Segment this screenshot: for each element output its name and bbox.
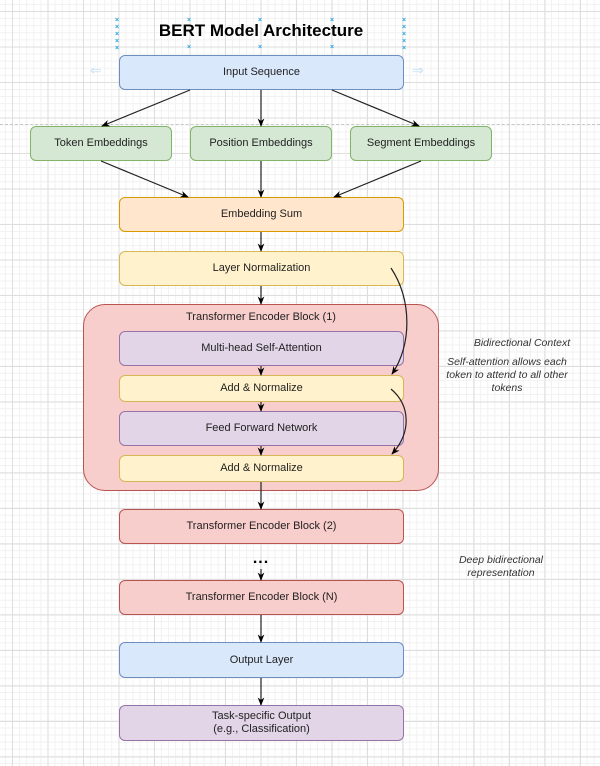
node-label-line-2: (e.g., Classification) <box>213 723 310 735</box>
note-line: tokens <box>491 382 523 394</box>
arrow-input-to-segment[interactable] <box>331 89 420 127</box>
note-line: token to attend to all other <box>446 369 568 381</box>
node-label: Segment Embeddings <box>366 137 476 149</box>
node-label-line-1: Task-specific Output <box>211 710 312 722</box>
connect-arrow-right-icon[interactable]: ⇒ <box>412 62 424 79</box>
node-label: Transformer Encoder Block (2) <box>186 520 337 532</box>
note-line: representation <box>467 567 535 579</box>
node-label: Layer Normalization <box>212 262 311 274</box>
selection-handle-icon[interactable]: × × × × × <box>115 17 119 52</box>
bidirectional-context-note[interactable]: Bidirectional Context <box>462 337 582 350</box>
output-layer-node[interactable]: Output Layer <box>119 642 404 678</box>
ellipsis-label[interactable]: ... <box>248 551 274 567</box>
selection-handle-icon[interactable]: × <box>258 44 262 51</box>
node-label: Output Layer <box>229 653 294 666</box>
selection-handle-icon[interactable]: × <box>258 17 262 24</box>
add-normalize-1-node[interactable]: Add & Normalize <box>119 375 404 402</box>
node-label: Multi-head Self-Attention <box>201 342 322 354</box>
node-label: Add & Normalize <box>220 462 303 474</box>
note-line: Self-attention allows each <box>447 356 567 368</box>
selection-handle-icon[interactable]: × <box>187 17 191 24</box>
feed-forward-network-node[interactable]: Feed Forward Network <box>119 411 404 446</box>
self-attention-note[interactable]: Self-attention allows each token to atte… <box>432 356 582 395</box>
selection-handle-icon[interactable]: × <box>187 44 191 51</box>
note-line: Deep bidirectional <box>458 554 544 566</box>
node-label: Token Embeddings <box>54 137 148 149</box>
multi-head-self-attention-node[interactable]: Multi-head Self-Attention <box>119 331 404 366</box>
deep-representation-note[interactable]: Deep bidirectional representation <box>445 554 557 580</box>
container-title: Transformer Encoder Block (1) <box>186 311 336 323</box>
transformer-encoder-block-n-node[interactable]: Transformer Encoder Block (N) <box>119 580 404 615</box>
arrow-input-to-token[interactable] <box>101 89 191 127</box>
segment-embeddings-node[interactable]: Segment Embeddings <box>350 126 492 161</box>
position-embeddings-node[interactable]: Position Embeddings <box>190 126 332 161</box>
embedding-sum-node[interactable]: Embedding Sum <box>119 197 404 232</box>
page-break-guide <box>0 124 600 125</box>
selection-handle-icon[interactable]: × × × × × <box>402 17 406 52</box>
arrow-token-to-sum[interactable] <box>100 160 189 198</box>
layer-normalization-node[interactable]: Layer Normalization <box>119 251 404 286</box>
add-normalize-2-node[interactable]: Add & Normalize <box>119 455 404 482</box>
arrow-segment-to-sum[interactable] <box>333 160 422 198</box>
input-sequence-node[interactable]: Input Sequence <box>119 55 404 90</box>
connect-arrow-left-icon[interactable]: ⇐ <box>90 62 102 79</box>
task-specific-output-node[interactable]: Task-specific Output (e.g., Classificati… <box>119 705 404 741</box>
diagram-title[interactable]: BERT Model Architecture <box>120 21 402 41</box>
node-label: Transformer Encoder Block (N) <box>185 591 338 603</box>
node-label: Embedding Sum <box>220 208 303 220</box>
token-embeddings-node[interactable]: Token Embeddings <box>30 126 172 161</box>
transformer-encoder-block-2-node[interactable]: Transformer Encoder Block (2) <box>119 509 404 544</box>
node-label: Position Embeddings <box>209 137 313 149</box>
node-label: Feed Forward Network <box>205 422 318 434</box>
node-label: Input Sequence <box>222 66 301 78</box>
selection-handle-icon[interactable]: × <box>330 17 334 24</box>
selection-handle-icon[interactable]: × <box>330 44 334 51</box>
node-label: Add & Normalize <box>220 382 303 394</box>
